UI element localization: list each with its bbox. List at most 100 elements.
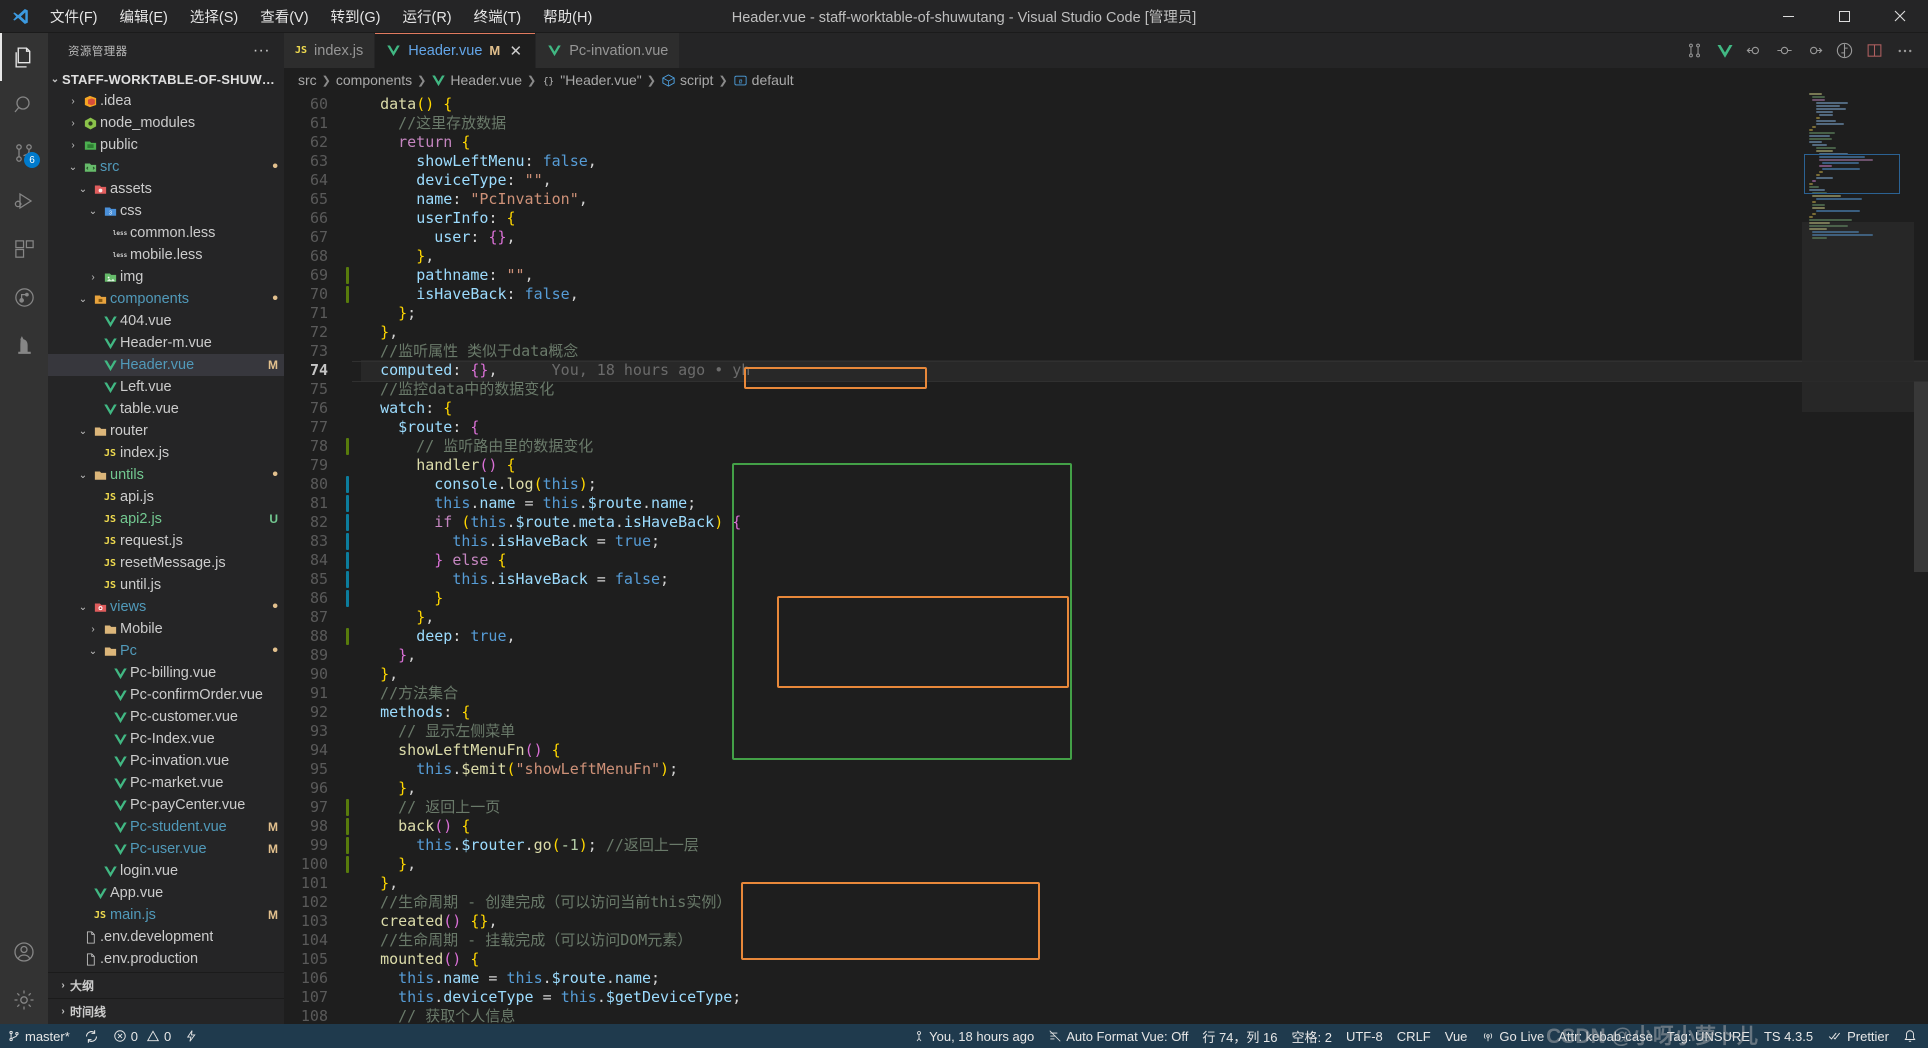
code-line[interactable]: userInfo: {	[362, 209, 1928, 228]
tree-item-404-vue[interactable]: 404.vue	[48, 310, 284, 332]
activity-source-control-icon[interactable]: 6	[0, 129, 48, 177]
activity-extensions-icon[interactable]	[0, 225, 48, 273]
code-line[interactable]: // 返回上一页	[362, 798, 1928, 817]
code-line[interactable]: // 获取个人信息	[362, 1007, 1928, 1024]
tree-item-pc-invation-vue[interactable]: Pc-invation.vue	[48, 750, 284, 772]
code-line[interactable]: mounted() {	[362, 950, 1928, 969]
tree-item-mobile-less[interactable]: less mobile.less	[48, 244, 284, 266]
editor-tab-header-vue[interactable]: Header.vue M ✕	[375, 33, 537, 68]
editor-tab-pc-invation-vue[interactable]: Pc-invation.vue	[536, 33, 681, 68]
status-go-live[interactable]: Go Live	[1474, 1024, 1551, 1048]
tree-item-left-vue[interactable]: Left.vue	[48, 376, 284, 398]
code-line[interactable]: },	[362, 874, 1928, 893]
tree-item-main-js[interactable]: JS main.js M	[48, 904, 284, 926]
tree-item-components[interactable]: ⌄ components •	[48, 288, 284, 310]
breadcrumb[interactable]: src ❯ components ❯ Header.vue ❯ {} "Header.vue"…	[284, 68, 1928, 92]
code-line[interactable]: pathname: "",	[362, 266, 1928, 285]
sidebar-section-timeline[interactable]: › 时间线	[48, 998, 284, 1024]
code-line[interactable]: if (this.$route.meta.isHaveBack) {	[362, 513, 1928, 532]
close-button[interactable]	[1872, 0, 1928, 33]
tree-item-pc-confirmorder-vue[interactable]: Pc-confirmOrder.vue	[48, 684, 284, 706]
tree-item-header-m-vue[interactable]: Header-m.vue	[48, 332, 284, 354]
tree-item-pc-user-vue[interactable]: Pc-user.vue M	[48, 838, 284, 860]
breadcrumb-item-headervue[interactable]: {} "Header.vue"	[541, 72, 641, 88]
status-sync-icon[interactable]	[77, 1024, 106, 1048]
code-line[interactable]: this.name = this.$route.name;	[362, 494, 1928, 513]
split-editor-icon[interactable]	[1861, 37, 1888, 64]
code-line[interactable]: showLeftMenuFn() {	[362, 741, 1928, 760]
code-line[interactable]: this.isHaveBack = false;	[362, 570, 1928, 589]
status-prettier[interactable]: Prettier	[1820, 1024, 1896, 1048]
tree-item-api2-js[interactable]: JS api2.js U	[48, 508, 284, 530]
breadcrumb-item-headervue[interactable]: Header.vue	[431, 72, 522, 88]
code-line[interactable]: } else {	[362, 551, 1928, 570]
tree-item-router[interactable]: ⌄ router	[48, 420, 284, 442]
tree-item-pc-market-vue[interactable]: Pc-market.vue	[48, 772, 284, 794]
code-line[interactable]: isHaveBack: false,	[362, 285, 1928, 304]
code-line[interactable]: this.isHaveBack = true;	[362, 532, 1928, 551]
code-line[interactable]: //监控data中的数据变化	[362, 380, 1928, 399]
status-typescript-version[interactable]: TS 4.3.5	[1757, 1024, 1820, 1048]
status-eol[interactable]: CRLF	[1390, 1024, 1438, 1048]
breadcrumb-item-script[interactable]: script	[661, 72, 713, 88]
code-line[interactable]: //生命周期 - 挂载完成（可以访问DOM元素）	[362, 931, 1928, 950]
menu-item-run[interactable]: 运行(R)	[392, 2, 461, 31]
status-problems[interactable]: 0 0	[106, 1024, 178, 1048]
tree-item-assets[interactable]: ⌄ assets	[48, 178, 284, 200]
tree-item-public[interactable]: › public	[48, 134, 284, 156]
tree-item-pc-customer-vue[interactable]: Pc-customer.vue	[48, 706, 284, 728]
go-back-change-icon[interactable]	[1741, 37, 1768, 64]
breadcrumb-item-src[interactable]: src	[298, 72, 317, 88]
code-line[interactable]: //方法集合	[362, 684, 1928, 703]
code-line[interactable]: watch: {	[362, 399, 1928, 418]
code-line[interactable]: this.deviceType = this.$getDeviceType;	[362, 988, 1928, 1007]
tree-item-pc-paycenter-vue[interactable]: Pc-payCenter.vue	[48, 794, 284, 816]
minimap-slider[interactable]	[1802, 222, 1914, 412]
code-line[interactable]: this.$router.go(-1); //返回上一层	[362, 836, 1928, 855]
code-text[interactable]: data() { //这里存放数据 return { showLeftMenu:…	[352, 92, 1928, 1024]
status-language-mode[interactable]: Vue	[1438, 1024, 1475, 1048]
tree-item-request-js[interactable]: JS request.js	[48, 530, 284, 552]
menu-item-selection[interactable]: 选择(S)	[180, 2, 248, 31]
code-line[interactable]: },	[362, 247, 1928, 266]
code-line[interactable]: },	[362, 779, 1928, 798]
code-line[interactable]: return {	[362, 133, 1928, 152]
code-line[interactable]: //监听属性 类似于data概念	[362, 342, 1928, 361]
code-line[interactable]: methods: {	[362, 703, 1928, 722]
tree-item-src[interactable]: ⌄ src •	[48, 156, 284, 178]
activity-run-debug-icon[interactable]	[0, 177, 48, 225]
code-line[interactable]: },	[362, 608, 1928, 627]
change-dot-icon[interactable]	[1771, 37, 1798, 64]
go-forward-change-icon[interactable]	[1801, 37, 1828, 64]
tree-item-app-vue[interactable]: App.vue	[48, 882, 284, 904]
code-line[interactable]: //生命周期 - 创建完成（可以访问当前this实例）	[362, 893, 1928, 912]
menu-item-help[interactable]: 帮助(H)	[533, 2, 602, 31]
activity-git-graph-icon[interactable]	[0, 273, 48, 321]
menu-item-file[interactable]: 文件(F)	[40, 2, 108, 31]
code-line[interactable]: user: {},	[362, 228, 1928, 247]
status-cursor-position[interactable]: 行 74，列 16	[1195, 1024, 1284, 1048]
sidebar-more-icon[interactable]: ···	[247, 42, 276, 60]
tree-item-untils[interactable]: ⌄ untils •	[48, 464, 284, 486]
status-attr-casing[interactable]: Attr: kebab-case	[1551, 1024, 1660, 1048]
tree-item-login-vue[interactable]: login.vue	[48, 860, 284, 882]
menu-item-terminal[interactable]: 终端(T)	[464, 2, 532, 31]
tree-item-header-vue[interactable]: Header.vue M	[48, 354, 284, 376]
status-bolt-icon[interactable]	[178, 1024, 205, 1048]
status-tag-casing[interactable]: Tag: UNSURE	[1660, 1024, 1757, 1048]
status-encoding[interactable]: UTF-8	[1339, 1024, 1390, 1048]
activity-explorer-icon[interactable]	[0, 33, 48, 81]
code-line[interactable]: this.name = this.$route.name;	[362, 969, 1928, 988]
tree-item-table-vue[interactable]: table.vue	[48, 398, 284, 420]
code-line[interactable]: computed: {}, You, 18 hours ago • yh	[352, 360, 1928, 382]
code-line[interactable]: created() {},	[362, 912, 1928, 931]
tree-item--env-production[interactable]: .env.production	[48, 948, 284, 970]
code-line[interactable]: },	[362, 323, 1928, 342]
code-line[interactable]: data() {	[362, 95, 1928, 114]
explorer-tree[interactable]: ⌄ STAFF-WORKTABLE-OF-SHUWUTANG › .idea › no…	[48, 68, 284, 972]
code-line[interactable]: },	[362, 855, 1928, 874]
activity-settings-icon[interactable]	[0, 976, 48, 1024]
code-line[interactable]: this.$emit("showLeftMenuFn");	[362, 760, 1928, 779]
code-line[interactable]: //这里存放数据	[362, 114, 1928, 133]
code-line[interactable]: deep: true,	[362, 627, 1928, 646]
